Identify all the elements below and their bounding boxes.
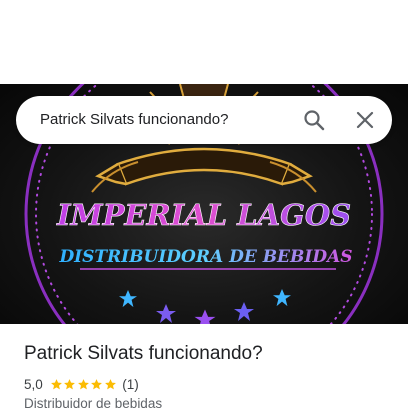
close-icon[interactable] — [353, 108, 377, 132]
logo-stars — [119, 289, 291, 324]
rating-row[interactable]: 5,0 (1) — [24, 375, 139, 393]
place-category: Distribuidor de bebidas — [24, 396, 163, 411]
search-input[interactable] — [40, 96, 290, 144]
rating-value: 5,0 — [24, 376, 43, 392]
review-count[interactable]: (1) — [122, 377, 139, 392]
logo-title: IMPERIAL LAGOS — [56, 198, 351, 232]
star-icon — [104, 378, 116, 389]
star-icon — [50, 378, 62, 389]
place-title: Patrick Silvats funcionando? — [24, 343, 263, 364]
ribbon — [95, 147, 313, 186]
star-icon — [64, 378, 76, 389]
search-bar[interactable] — [16, 96, 392, 144]
star-icon — [91, 378, 103, 389]
logo-subtitle: DISTRIBUIDORA DE BEBIDAS — [58, 247, 352, 267]
rating-stars — [50, 378, 118, 391]
star-icon — [77, 378, 89, 389]
search-icon[interactable] — [302, 108, 326, 132]
